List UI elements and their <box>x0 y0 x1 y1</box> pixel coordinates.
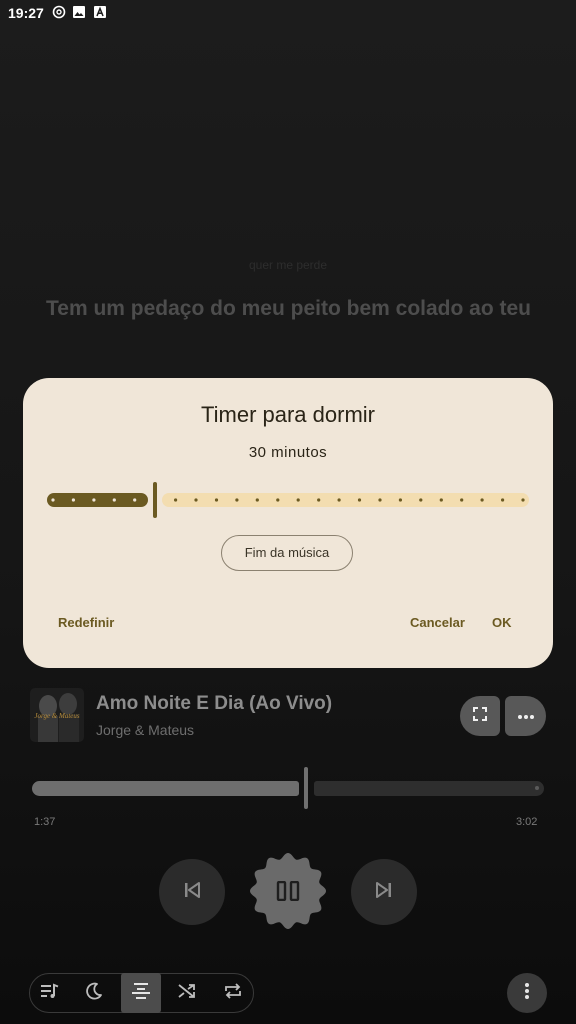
slider-tick <box>357 498 362 502</box>
queue-button[interactable] <box>29 973 69 1013</box>
slider-tick <box>71 498 75 502</box>
seek-bar-remaining[interactable] <box>314 781 544 796</box>
shuffle-button[interactable] <box>167 973 207 1013</box>
pause-button[interactable] <box>248 851 328 931</box>
status-bar: 19:27 <box>0 0 576 26</box>
lyrics-align-icon <box>131 982 151 1005</box>
end-of-song-chip[interactable]: Fim da música <box>221 535 353 571</box>
slider-tick <box>398 498 402 502</box>
more-options-button[interactable] <box>505 696 546 736</box>
slider-tick <box>235 498 239 502</box>
slider-tick <box>133 498 137 502</box>
seek-bar-thumb[interactable] <box>304 767 308 809</box>
reset-button[interactable]: Redefinir <box>58 615 114 630</box>
queue-music-icon <box>39 982 59 1005</box>
slider-tick <box>255 498 259 502</box>
repeat-icon <box>223 982 243 1005</box>
sleep-timer-dialog: Timer para dormir 30 minutos Fim da músi… <box>23 378 553 668</box>
ok-button[interactable]: OK <box>492 615 512 630</box>
fullscreen-icon <box>472 706 488 727</box>
slider-tick <box>521 498 525 502</box>
slider-tick <box>214 498 219 502</box>
slider-tick <box>296 498 300 502</box>
slider-tick <box>460 498 464 502</box>
slider-active-track <box>47 493 148 507</box>
slider-thumb[interactable] <box>153 482 157 518</box>
skip-previous-icon <box>183 881 201 904</box>
moon-icon <box>84 981 104 1006</box>
slider-tick <box>276 498 280 502</box>
slider-tick <box>439 498 443 502</box>
slider-tick <box>51 498 55 502</box>
lyrics-button[interactable] <box>121 973 161 1013</box>
song-artist[interactable]: Jorge & Mateus <box>96 722 194 738</box>
slider-tick <box>92 498 96 502</box>
more-vertical-icon <box>524 982 530 1005</box>
album-art[interactable]: Jorge & Mateus <box>30 688 84 742</box>
slider-graphic <box>47 482 529 518</box>
text-a-icon <box>93 5 107 19</box>
fullscreen-button[interactable] <box>460 696 500 736</box>
seek-bar-played[interactable] <box>32 781 299 796</box>
song-title[interactable]: Amo Noite E Dia (Ao Vivo) <box>96 693 332 715</box>
slider-tick <box>174 498 178 502</box>
slider-tick <box>419 498 423 502</box>
next-button[interactable] <box>351 859 417 925</box>
more-horizontal-icon <box>517 707 535 725</box>
slider-tick <box>317 498 321 502</box>
sleep-timer-slider[interactable] <box>47 482 529 518</box>
overflow-menu-button[interactable] <box>507 973 547 1013</box>
image-icon <box>72 5 86 19</box>
slider-tick <box>480 498 484 502</box>
seek-bar-end-dot <box>535 786 539 790</box>
status-time: 19:27 <box>8 5 44 21</box>
lyric-previous-line: quer me perde <box>248 258 328 272</box>
skip-next-icon <box>375 881 393 904</box>
slider-tick <box>501 498 505 502</box>
timer-value-label: 30 minutos <box>248 444 328 461</box>
pause-icon <box>276 880 300 906</box>
total-duration: 3:02 <box>516 816 538 828</box>
shuffle-icon <box>177 982 197 1005</box>
at-sign-icon <box>52 5 66 19</box>
elapsed-time: 1:37 <box>34 816 56 828</box>
slider-tick <box>378 498 382 502</box>
previous-button[interactable] <box>159 859 225 925</box>
repeat-button[interactable] <box>213 973 253 1013</box>
lyric-current-line[interactable]: Tem um pedaço do meu peito bem colado ao… <box>46 294 536 324</box>
sleep-timer-button[interactable] <box>74 973 114 1013</box>
dialog-title: Timer para dormir <box>201 402 375 427</box>
album-art-text: Jorge & Mateus <box>34 712 80 720</box>
slider-tick <box>337 498 341 502</box>
slider-tick <box>194 498 198 502</box>
slider-tick <box>112 498 116 502</box>
cancel-button[interactable]: Cancelar <box>410 615 465 630</box>
